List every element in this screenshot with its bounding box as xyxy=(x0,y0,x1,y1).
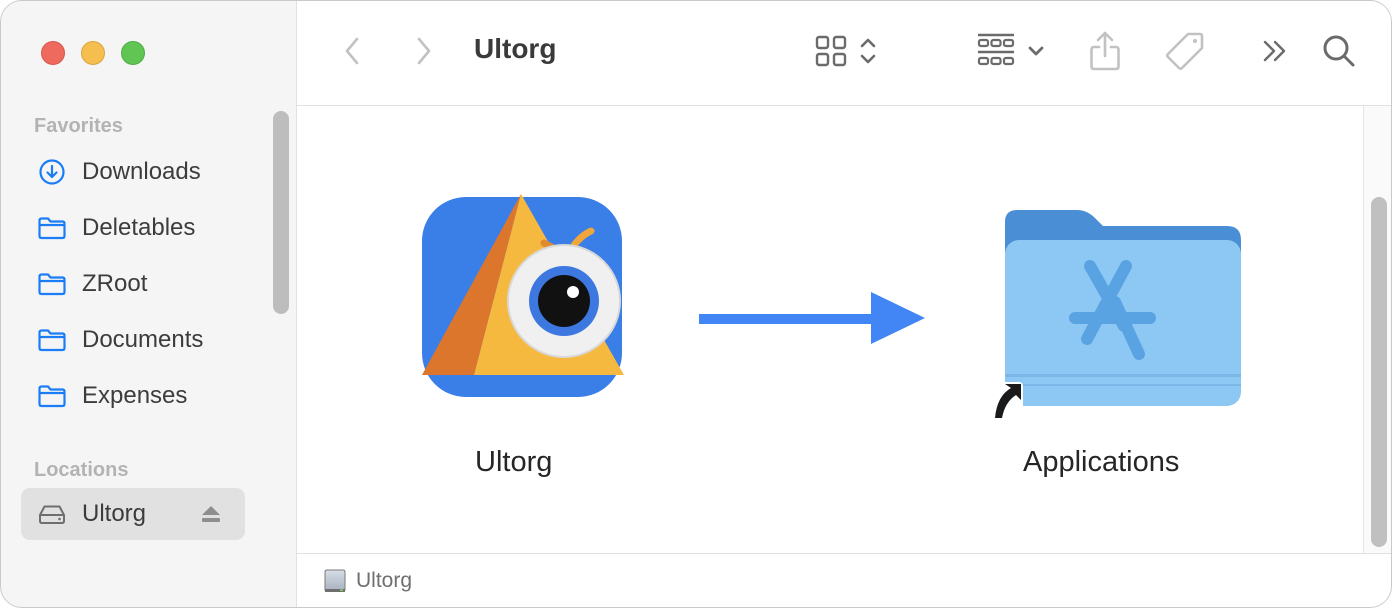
group-by-button[interactable] xyxy=(973,29,1049,77)
file-item-applications-alias[interactable]: Applications xyxy=(977,186,1257,486)
more-toolbar-items-button[interactable] xyxy=(1259,29,1291,77)
maximize-button[interactable] xyxy=(121,41,145,65)
tag-button[interactable] xyxy=(1163,29,1207,77)
file-item-label: Ultorg xyxy=(475,446,553,478)
path-bar-item[interactable]: Ultorg xyxy=(356,569,412,593)
sidebar-item-label: Documents xyxy=(82,326,204,353)
sidebar-item-label: Deletables xyxy=(82,214,196,241)
sidebar: Favorites Downloads Deletables ZRoot Doc… xyxy=(1,1,297,607)
icon-grid-view-icon xyxy=(815,35,847,72)
file-item-label: Applications xyxy=(1023,446,1180,478)
chevron-left-icon xyxy=(342,36,362,71)
sidebar-item-expenses[interactable]: Expenses xyxy=(21,370,245,422)
minimize-button[interactable] xyxy=(81,41,105,65)
sidebar-item-downloads[interactable]: Downloads xyxy=(21,146,245,198)
group-by-icon xyxy=(977,33,1015,74)
window-title: Ultorg xyxy=(474,33,557,64)
chevron-double-right-icon xyxy=(1262,39,1288,68)
sidebar-item-label: ZRoot xyxy=(82,270,148,297)
search-icon xyxy=(1321,33,1357,74)
up-down-chevron-icon xyxy=(859,36,877,71)
download-circle-icon xyxy=(37,158,67,186)
forward-button[interactable] xyxy=(409,29,439,77)
sidebar-item-zroot[interactable]: ZRoot xyxy=(21,258,245,310)
file-item-ultorg-app[interactable]: Ultorg xyxy=(411,186,631,486)
ultorg-app-icon xyxy=(416,191,628,408)
locations-section-label: Locations xyxy=(34,459,129,481)
content-scrollbar-thumb[interactable] xyxy=(1371,197,1387,547)
applications-folder-alias-icon xyxy=(987,196,1247,441)
back-button[interactable] xyxy=(337,29,367,77)
favorites-section-label: Favorites xyxy=(34,115,123,137)
content-scrollbar-track[interactable] xyxy=(1363,106,1391,553)
sidebar-item-documents[interactable]: Documents xyxy=(21,314,245,366)
sidebar-item-label: Downloads xyxy=(82,158,201,185)
search-button[interactable] xyxy=(1319,29,1359,77)
folder-icon xyxy=(37,382,67,410)
sidebar-item-ultorg-volume[interactable]: Ultorg xyxy=(21,488,245,540)
close-button[interactable] xyxy=(41,41,65,65)
sidebar-item-deletables[interactable]: Deletables xyxy=(21,202,245,254)
share-icon xyxy=(1088,30,1122,77)
chevron-down-icon xyxy=(1027,44,1045,62)
share-button[interactable] xyxy=(1087,29,1123,77)
sidebar-item-label: Expenses xyxy=(82,382,188,409)
folder-icon xyxy=(37,326,67,354)
sidebar-item-label: Ultorg xyxy=(82,500,147,527)
toolbar: Ultorg xyxy=(297,1,1391,106)
sidebar-scrollbar[interactable] xyxy=(273,111,289,314)
folder-icon xyxy=(37,270,67,298)
path-bar: Ultorg xyxy=(297,553,1391,607)
finder-window: Favorites Downloads Deletables ZRoot Doc… xyxy=(0,0,1392,608)
file-browser-content: Ultorg Applications xyxy=(297,106,1363,553)
tag-icon xyxy=(1164,30,1206,77)
drive-icon xyxy=(37,500,67,528)
arrow-right-icon xyxy=(699,290,927,351)
folder-icon xyxy=(37,214,67,242)
disk-volume-icon xyxy=(323,568,347,599)
eject-icon[interactable] xyxy=(199,504,223,524)
chevron-right-icon xyxy=(414,36,434,71)
view-mode-button[interactable] xyxy=(809,29,883,77)
